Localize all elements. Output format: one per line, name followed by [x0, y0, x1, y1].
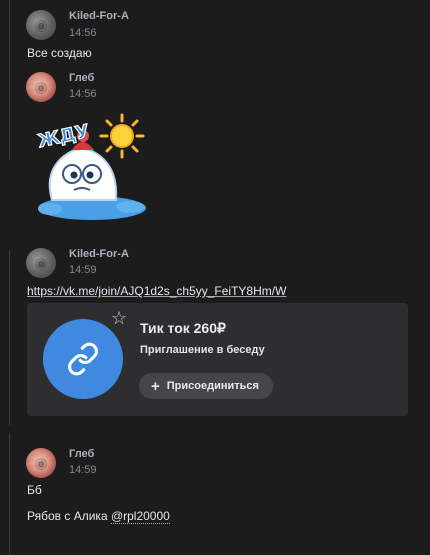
message-time: 14:56	[69, 88, 97, 100]
chat-history: ◉ Kiled-For-A 14:56 Все создаю ◉ Глеб 14…	[0, 0, 430, 555]
author-name[interactable]: Глеб	[69, 72, 94, 84]
card-subtitle: Приглашение в беседу	[140, 344, 265, 356]
avatar[interactable]: ◉	[26, 10, 56, 40]
chain-link-icon	[43, 319, 123, 399]
card-title: Тик ток 260₽	[140, 320, 226, 336]
invite-link[interactable]: https://vk.me/join/AJQ1d2s_ch5yy_FeiTY8H…	[27, 284, 286, 298]
message-text: Все создаю	[27, 46, 92, 60]
message-text: Рябов с Алика @rpl20000	[27, 509, 170, 524]
invite-card[interactable]: ☆ Тик ток 260₽ Приглашение в беседу + Пр…	[27, 303, 408, 416]
message-time: 14:59	[69, 264, 97, 276]
message-time: 14:56	[69, 27, 97, 39]
message-text: Бб	[27, 483, 42, 497]
author-name[interactable]: Глеб	[69, 448, 94, 460]
message-time: 14:59	[69, 464, 97, 476]
avatar[interactable]: ◉	[26, 248, 56, 278]
avatar[interactable]: ◉	[26, 72, 56, 102]
mention-link[interactable]: @rpl20000	[110, 509, 170, 524]
join-button-label: Присоединиться	[166, 380, 259, 392]
join-button[interactable]: + Присоединиться	[139, 373, 273, 399]
sticker-snowman-waiting-icon[interactable]: ЖДУ	[34, 108, 146, 226]
author-name[interactable]: Kiled-For-A	[69, 248, 129, 260]
thread-line	[9, 250, 10, 425]
message-text-prefix: Рябов с Алика	[27, 509, 111, 523]
thread-line	[9, 433, 10, 555]
author-name[interactable]: Kiled-For-A	[69, 10, 129, 22]
star-icon[interactable]: ☆	[111, 309, 127, 327]
thread-line	[9, 0, 10, 160]
avatar[interactable]: ◉	[26, 448, 56, 478]
plus-icon: +	[151, 377, 160, 395]
